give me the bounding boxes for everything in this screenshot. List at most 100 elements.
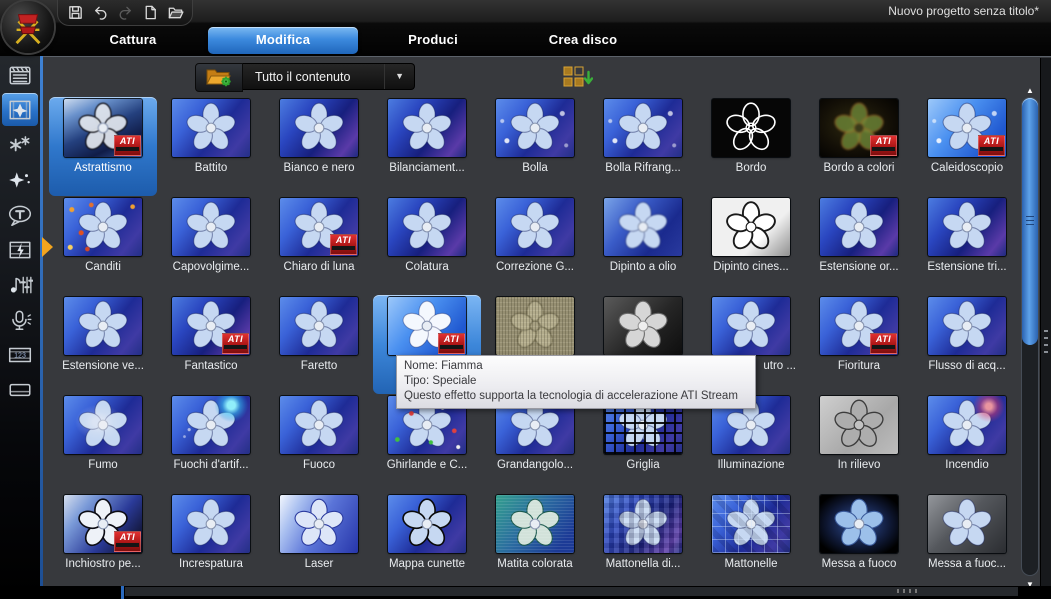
- tab-cattura[interactable]: Cattura: [58, 27, 208, 54]
- effect-thumbnail: ATI: [64, 99, 142, 157]
- ati-stream-badge: ATI: [114, 531, 141, 552]
- panel-splitter[interactable]: [1040, 58, 1051, 599]
- quick-toolbar: [57, 0, 193, 26]
- tab-crea-disco[interactable]: Crea disco: [508, 27, 658, 54]
- graphics-icon[interactable]: [2, 163, 38, 196]
- effect-label: Fuoco: [266, 459, 372, 474]
- audio-mix-icon[interactable]: [2, 268, 38, 301]
- effect-thumbnail: [604, 99, 682, 157]
- effect-item[interactable]: Fumo: [49, 394, 157, 493]
- scrollbar-thumb[interactable]: [1022, 98, 1038, 345]
- effect-label: Canditi: [50, 261, 156, 276]
- instant-project-icon[interactable]: [2, 233, 38, 266]
- effect-item[interactable]: Flusso di acq...: [913, 295, 1021, 394]
- effect-item[interactable]: In rilievo: [805, 394, 913, 493]
- effect-item[interactable]: ATIBordo a colori: [805, 97, 913, 196]
- effect-label: In rilievo: [806, 459, 912, 474]
- tab-produci[interactable]: Produci: [358, 27, 508, 54]
- open-project-icon[interactable]: [166, 4, 184, 22]
- effect-label: Bolla: [482, 162, 588, 177]
- effect-item[interactable]: Canditi: [49, 196, 157, 295]
- project-title: Nuovo progetto senza titolo*: [888, 4, 1039, 18]
- expand-panel-arrow[interactable]: [42, 237, 53, 257]
- effect-item[interactable]: Mappa cunette: [373, 493, 481, 592]
- effect-item[interactable]: Dipinto a olio: [589, 196, 697, 295]
- effect-item[interactable]: Battito: [157, 97, 265, 196]
- effect-item[interactable]: Fuochi d'artif...: [157, 394, 265, 493]
- chevron-down-icon: ▼: [384, 64, 414, 89]
- effect-item[interactable]: ATIFioritura: [805, 295, 913, 394]
- folder-settings-button[interactable]: [195, 63, 243, 92]
- bottom-edge-bar: [0, 586, 1051, 599]
- effect-thumbnail: [172, 495, 250, 553]
- effect-item[interactable]: Mattonelle: [697, 493, 805, 592]
- effect-item[interactable]: Correzione G...: [481, 196, 589, 295]
- effect-item[interactable]: Messa a fuoco: [805, 493, 913, 592]
- effect-item[interactable]: Bolla Rifrang...: [589, 97, 697, 196]
- effect-item[interactable]: ATIFantastico: [157, 295, 265, 394]
- content-filter-dropdown[interactable]: Tutto il contenuto ▼: [243, 63, 415, 90]
- tab-modifica[interactable]: Modifica: [208, 27, 358, 54]
- effect-thumbnail: [388, 198, 466, 256]
- ati-stream-badge: ATI: [978, 135, 1005, 156]
- media-library-icon[interactable]: [2, 58, 38, 91]
- effect-label: Mattonella di...: [590, 558, 696, 573]
- effect-item[interactable]: ATIAstrattismo: [49, 97, 157, 196]
- effect-label: Estensione ve...: [50, 360, 156, 375]
- effect-item[interactable]: Estensione tri...: [913, 196, 1021, 295]
- effect-item[interactable]: Bianco e nero: [265, 97, 373, 196]
- effect-label: Illuminazione: [698, 459, 804, 474]
- effect-thumbnail: [604, 297, 682, 355]
- effect-item[interactable]: ATI Inchiostro pe...: [49, 493, 157, 592]
- effect-item[interactable]: Capovolgime...: [157, 196, 265, 295]
- tracks-panel-icon[interactable]: [2, 373, 38, 406]
- panel-splitter-grip[interactable]: [1044, 330, 1048, 358]
- header-bar: Nuovo progetto senza titolo* CatturaModi…: [0, 0, 1051, 56]
- app-logo[interactable]: [2, 1, 54, 53]
- effect-label: Ghirlande e C...: [374, 459, 480, 474]
- scroll-up-button[interactable]: ▲: [1021, 86, 1039, 96]
- effect-thumbnail: ATI: [172, 297, 250, 355]
- effect-item[interactable]: Bolla: [481, 97, 589, 196]
- effect-item[interactable]: Messa a fuoc...: [913, 493, 1021, 592]
- filters-icon[interactable]: [2, 128, 38, 161]
- gallery-filter-group: Tutto il contenuto ▼: [195, 63, 415, 90]
- effect-item[interactable]: Dipinto cines...: [697, 196, 805, 295]
- effect-item[interactable]: Fuoco: [265, 394, 373, 493]
- voice-over-icon[interactable]: [2, 303, 38, 336]
- content-filter-value: Tutto il contenuto: [255, 70, 350, 84]
- undo-icon[interactable]: [91, 4, 109, 22]
- effect-tooltip: Nome: Fiamma Tipo: Speciale Questo effet…: [396, 355, 756, 409]
- new-project-icon[interactable]: [141, 4, 159, 22]
- sort-gallery-button[interactable]: [563, 66, 593, 89]
- effect-item[interactable]: Incendio: [913, 394, 1021, 493]
- sidebar-accent-line: [40, 56, 43, 599]
- effect-item[interactable]: Bilanciament...: [373, 97, 481, 196]
- save-icon[interactable]: [66, 4, 84, 22]
- titles-icon[interactable]: [2, 198, 38, 231]
- effect-thumbnail: [712, 99, 790, 157]
- effect-thumbnail: [496, 198, 574, 256]
- effect-thumbnail: ATI: [64, 495, 142, 553]
- chapter-numbers-icon[interactable]: 123: [2, 338, 38, 371]
- effect-item[interactable]: Bordo: [697, 97, 805, 196]
- effect-thumbnail: [928, 297, 1006, 355]
- effect-item[interactable]: Estensione or...: [805, 196, 913, 295]
- effect-label: Increspatura: [158, 558, 264, 573]
- effect-item[interactable]: Colatura: [373, 196, 481, 295]
- redo-icon: [116, 4, 134, 22]
- effect-item[interactable]: Mattonella di...: [589, 493, 697, 592]
- effect-label: Inchiostro pe...: [50, 558, 156, 573]
- scrollbar-track[interactable]: [1021, 97, 1039, 576]
- tooltip-name-line: Nome: Fiamma: [404, 359, 748, 374]
- effect-item[interactable]: ATICaleidoscopio: [913, 97, 1021, 196]
- transitions-icon[interactable]: [2, 93, 38, 126]
- effect-item[interactable]: ATIChiaro di luna: [265, 196, 373, 295]
- ati-stream-badge: ATI: [870, 135, 897, 156]
- effect-item[interactable]: Faretto: [265, 295, 373, 394]
- effect-item[interactable]: Increspatura: [157, 493, 265, 592]
- effect-item[interactable]: Laser: [265, 493, 373, 592]
- bottom-resize-grip[interactable]: [897, 589, 919, 593]
- effect-item[interactable]: Estensione ve...: [49, 295, 157, 394]
- effect-item[interactable]: Matita colorata: [481, 493, 589, 592]
